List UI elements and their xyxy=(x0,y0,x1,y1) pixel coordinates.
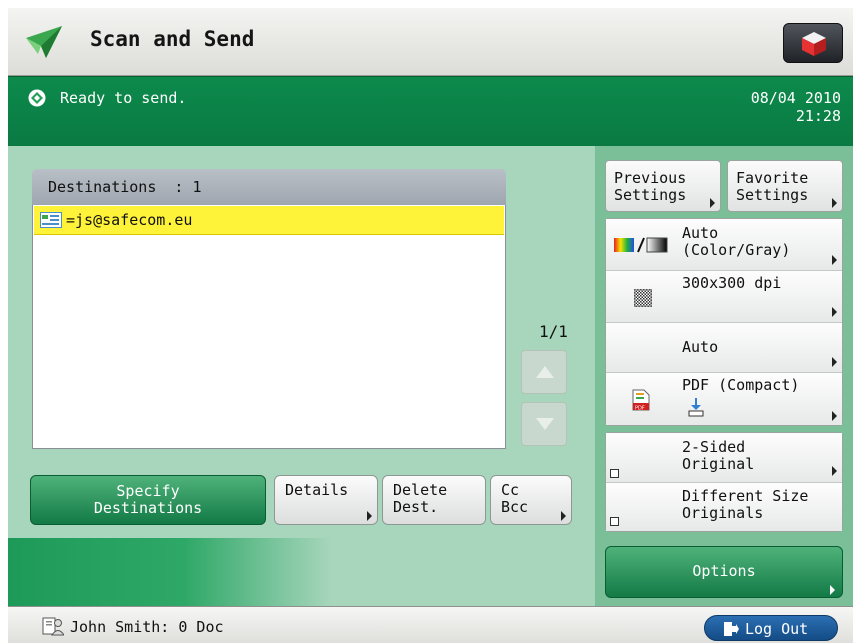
two-sided-original-setting[interactable]: 2-Sided Original xyxy=(606,433,842,483)
pdf-file-icon: PDF xyxy=(632,389,650,411)
two-sided-label-2: Original xyxy=(682,455,755,473)
scroll-down-button[interactable] xyxy=(521,402,567,446)
email-icon xyxy=(40,212,62,228)
arrow-right-icon xyxy=(367,511,372,521)
two-sided-label-1: 2-Sided xyxy=(682,438,746,456)
favorite-label-2: Settings xyxy=(736,186,809,204)
user-status: John Smith: 0 Doc xyxy=(70,618,224,636)
destinations-header: Destinations : 1 xyxy=(32,169,506,205)
cc-label: Cc xyxy=(501,481,520,499)
status-bar: Ready to send. 08/04 2010 21:28 xyxy=(8,76,853,146)
destination-address: =js@safecom.eu xyxy=(66,211,193,229)
date: 08/04 2010 xyxy=(750,89,841,107)
log-out-icon xyxy=(724,622,739,636)
scan-settings-group: Auto (Color/Gray) 300x300 dpi Auto PDF P… xyxy=(605,218,843,426)
date-time: 08/04 2010 21:28 xyxy=(751,89,841,125)
user-document-icon xyxy=(42,617,64,636)
details-label: Details xyxy=(285,481,349,499)
log-out-label: Log Out xyxy=(745,620,809,638)
details-button[interactable]: Details xyxy=(274,475,378,525)
color-mode-icon xyxy=(614,237,668,253)
color-mode-label-2: (Color/Gray) xyxy=(682,241,791,259)
color-mode-label-1: Auto xyxy=(682,224,719,242)
ready-status-icon xyxy=(28,89,46,107)
paper-plane-icon xyxy=(26,26,62,58)
destination-list[interactable]: =js@safecom.eu xyxy=(32,205,506,449)
arrow-right-icon xyxy=(830,585,835,595)
color-mode-setting[interactable]: Auto (Color/Gray) xyxy=(606,219,842,271)
arrow-right-icon xyxy=(832,411,837,421)
main-menu-button[interactable] xyxy=(783,23,843,63)
resolution-icon xyxy=(634,289,652,307)
favorite-label-1: Favorite xyxy=(736,169,809,187)
delete-label-2: Dest. xyxy=(393,498,439,516)
previous-label-1: Previous xyxy=(614,169,687,187)
log-out-button[interactable]: Log Out xyxy=(704,615,838,641)
download-tray-icon xyxy=(688,398,704,417)
arrow-down-icon xyxy=(536,418,554,430)
resolution-setting[interactable]: 300x300 dpi xyxy=(606,271,842,323)
arrow-right-icon xyxy=(710,198,715,208)
original-settings-group: 2-Sided Original Different Size Original… xyxy=(605,432,843,532)
status-message: Ready to send. xyxy=(60,89,187,107)
page-title: Scan and Send xyxy=(90,27,255,51)
scroll-up-button[interactable] xyxy=(521,350,567,394)
cube-icon xyxy=(802,32,826,56)
different-size-originals-setting[interactable]: Different Size Originals xyxy=(606,483,842,531)
diff-size-label-2: Originals xyxy=(682,504,764,522)
delete-label-1: Delete xyxy=(393,481,448,499)
screen: Scan and Send Ready to send. 08/04 2010 … xyxy=(8,8,853,643)
favorite-settings-button[interactable]: Favorite Settings xyxy=(727,160,843,212)
options-label: Options xyxy=(692,562,756,580)
arrow-right-icon xyxy=(832,255,837,265)
arrow-up-icon xyxy=(536,366,554,378)
options-button[interactable]: Options xyxy=(605,546,843,598)
resolution-label: 300x300 dpi xyxy=(682,274,782,292)
page-indicator: 1/1 xyxy=(539,322,568,341)
bcc-label: Bcc xyxy=(501,498,529,516)
diff-size-label-1: Different Size xyxy=(682,487,809,505)
arrow-right-icon xyxy=(832,466,837,476)
title-bar: Scan and Send xyxy=(8,8,853,76)
shortcut-corner-icon xyxy=(610,469,619,478)
main-area: Destinations : 1 =js@safecom.eu 1/1 Spec… xyxy=(8,146,853,606)
decorative-band xyxy=(8,538,598,606)
time: 21:28 xyxy=(795,107,841,125)
footer-bar: John Smith: 0 Doc Log Out xyxy=(8,606,853,643)
specify-label-2: Destinations xyxy=(93,499,203,517)
file-format-setting[interactable]: PDF PDF (Compact) xyxy=(606,373,842,425)
specify-destinations-button[interactable]: Specify Destinations xyxy=(30,475,266,525)
arrow-right-icon xyxy=(832,198,837,208)
arrow-right-icon xyxy=(832,357,837,367)
file-format-label: PDF (Compact) xyxy=(682,376,800,394)
shortcut-corner-icon xyxy=(610,517,619,526)
settings-panel: Previous Settings Favorite Settings Auto… xyxy=(595,146,853,606)
destinations-count: Destinations : 1 xyxy=(48,178,202,196)
density-label: Auto xyxy=(682,338,719,356)
arrow-right-icon xyxy=(561,511,566,521)
cc-bcc-button[interactable]: Cc Bcc xyxy=(490,475,572,525)
delete-dest-button[interactable]: Delete Dest. xyxy=(382,475,486,525)
svg-text:PDF: PDF xyxy=(635,406,645,412)
previous-label-2: Settings xyxy=(614,186,687,204)
specify-label-1: Specify xyxy=(116,482,180,500)
previous-settings-button[interactable]: Previous Settings xyxy=(605,160,721,212)
arrow-right-icon xyxy=(832,307,837,317)
density-setting[interactable]: Auto xyxy=(606,323,842,373)
destination-item[interactable]: =js@safecom.eu xyxy=(34,206,504,235)
